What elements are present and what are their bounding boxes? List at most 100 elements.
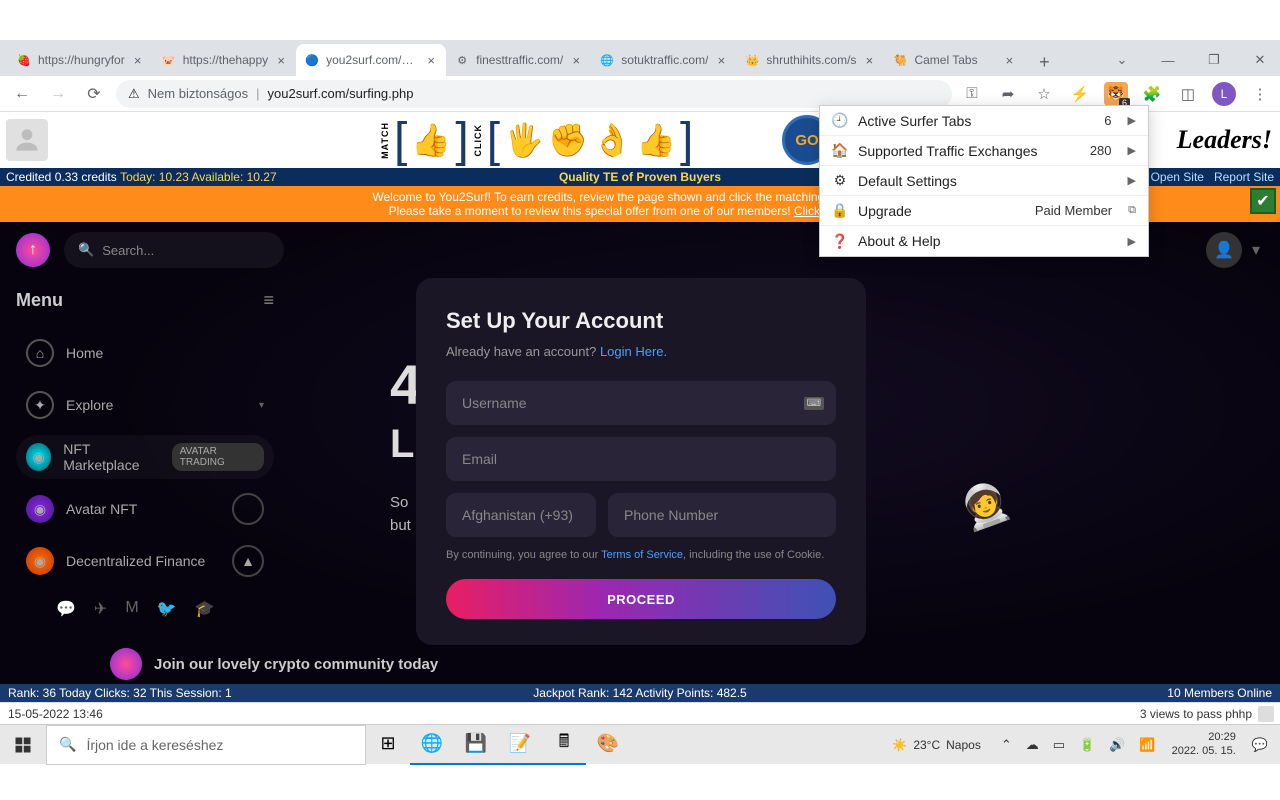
close-icon[interactable]: × [714,53,728,67]
report-site-link[interactable]: Report Site [1214,170,1274,184]
sidebar-item-nft[interactable]: ◉NFT MarketplaceAVATAR TRADING [16,435,274,479]
profile-avatar[interactable]: L [1212,82,1236,106]
keyboard-icon[interactable]: ⌨ [804,397,824,410]
proceed-button[interactable]: PROCEED [446,579,836,619]
copy-icon[interactable]: ⧉ [1128,204,1136,217]
country-select[interactable]: Afghanistan (+93) [446,493,596,537]
star-icon[interactable]: ☆ [1032,82,1056,106]
browser-tab[interactable]: 🐷https://thehappy× [153,44,296,76]
login-link[interactable]: Login Here. [600,344,667,359]
notifications-icon[interactable]: 💬 [1248,737,1272,753]
reload-button[interactable]: ⟳ [80,80,108,108]
url-input[interactable]: ⚠ Nem biztonságos | you2surf.com/surfing… [116,80,952,108]
ok-icon[interactable]: 👌 [592,120,632,160]
tab-title: https://thehappy [183,53,268,67]
dropdown-icon[interactable]: ⌄ [1108,46,1136,74]
browser-tab[interactable]: ⚙finesttraffic.com/× [446,44,591,76]
medium-icon[interactable]: M [125,599,138,619]
browser-tab[interactable]: 🌐sotuktraffic.com/× [591,44,736,76]
sidebar-item-explore[interactable]: ✦Explore▾ [16,383,274,427]
popup-item-about[interactable]: ❓About & Help▶ [820,226,1148,256]
maximize-button[interactable]: ❐ [1200,46,1228,74]
url-text: you2surf.com/surfing.php [268,86,414,101]
minimize-button[interactable]: — [1154,46,1182,74]
meet-icon[interactable]: ▭ [1049,737,1069,753]
chevron-right-icon: ▶ [1128,174,1136,187]
home-icon: ⌂ [26,339,54,367]
username-input[interactable]: Username⌨ [446,381,836,425]
chrome-icon[interactable]: 🌐 [410,725,454,765]
share-icon[interactable]: ➦ [996,82,1020,106]
paint-icon[interactable]: 🎨 [586,725,630,765]
user-menu[interactable]: 👤 [1206,232,1242,268]
forward-button[interactable]: → [44,80,72,108]
fist-icon[interactable]: ✊ [548,120,588,160]
popup-item-upgrade[interactable]: 🔒UpgradePaid Member⧉ [820,196,1148,226]
onedrive-icon[interactable]: ☁ [1022,737,1043,753]
online-text: 10 Members Online [1167,686,1272,700]
new-tab-button[interactable]: + [1030,48,1058,76]
collapse-icon[interactable]: ≡ [263,290,274,311]
signup-form: Set Up Your Account Already have an acco… [416,278,866,645]
sublime-icon[interactable]: 📝 [498,725,542,765]
chevron-down-icon[interactable]: ▾ [1252,240,1260,260]
clock-icon: 🕘 [832,112,848,129]
close-icon[interactable]: × [1002,53,1016,67]
close-window-button[interactable]: ✕ [1246,46,1274,74]
email-input[interactable]: Email [446,437,836,481]
chevron-up-icon[interactable]: ⌃ [997,737,1016,753]
wifi-icon[interactable]: 📶 [1135,737,1159,753]
phone-input[interactable]: Phone Number [608,493,836,537]
status-bar-blue: Rank: 36 Today Clicks: 32 This Session: … [0,684,1280,702]
sidebar-item-home[interactable]: ⌂Home [16,331,274,375]
calculator-icon[interactable]: 🖩 [542,725,586,765]
popup-item-settings[interactable]: ⚙Default Settings▶ [820,166,1148,196]
discord-icon[interactable]: 💬 [56,599,76,619]
close-icon[interactable]: × [569,53,583,67]
save-icon[interactable]: 💾 [454,725,498,765]
thumbs-up-icon[interactable]: 👍 [411,120,451,160]
menu-icon[interactable]: ⋮ [1248,82,1272,106]
ring-icon [232,493,264,525]
volume-icon[interactable]: 🔊 [1105,737,1129,753]
close-icon[interactable]: × [862,53,876,67]
browser-tab[interactable]: 👑shruthihits.com/s× [736,44,884,76]
browser-tab[interactable]: 🍓https://hungryfor× [8,44,153,76]
bolt-icon[interactable]: ⚡ [1068,82,1092,106]
sidepanel-icon[interactable]: ◫ [1176,82,1200,106]
leaders-link[interactable]: Leaders! [1177,125,1272,155]
browser-tab[interactable]: 🐫Camel Tabs× [884,44,1024,76]
weather-widget[interactable]: ☀️23°CNapos [892,738,980,752]
close-icon[interactable]: × [424,53,438,67]
close-icon[interactable]: × [131,53,145,67]
start-button[interactable] [0,725,46,765]
sidebar-item-defi[interactable]: ◉Decentralized Finance▲ [16,539,274,583]
task-view-button[interactable]: ⊞ [366,725,410,765]
hand-icon[interactable]: 🖐 [504,120,544,160]
close-icon[interactable]: × [274,53,288,67]
telegram-icon[interactable]: ✈ [94,599,107,619]
twitter-icon[interactable]: 🐦 [157,599,177,619]
popup-item-exchanges[interactable]: 🏠Supported Traffic Exchanges280▶ [820,136,1148,166]
taskbar-search[interactable]: 🔍Írjon ide a kereséshez [46,725,366,765]
popup-item-active-tabs[interactable]: 🕘Active Surfer Tabs6▶ [820,106,1148,136]
warning-icon: ⚠ [128,86,140,102]
check-button[interactable]: ✔ [1250,188,1276,214]
help-icon: ❓ [832,233,848,250]
extension-button[interactable]: 🐯6 [1104,82,1128,106]
browser-tab-active[interactable]: 🔵you2surf.com/sur× [296,44,446,76]
grad-icon[interactable]: 🎓 [195,599,215,619]
logo-icon[interactable]: ↑ [16,233,50,267]
community-banner[interactable]: Join our lovely crypto community today [110,648,438,680]
search-input[interactable]: 🔍Search... [64,232,284,268]
thumbs-up-icon[interactable]: 👍 [636,120,676,160]
clock[interactable]: 20:292022. 05. 15. [1166,731,1242,757]
terms-link[interactable]: Terms of Service [601,549,683,561]
sidebar-item-avatar[interactable]: ◉Avatar NFT [16,487,274,531]
back-button[interactable]: ← [8,80,36,108]
key-icon[interactable]: ⚿ [960,82,984,106]
extensions-icon[interactable]: 🧩 [1140,82,1164,106]
battery-icon[interactable]: 🔋 [1075,737,1099,753]
favicon-icon: 🔵 [304,52,320,68]
open-site-link[interactable]: Open Site [1151,170,1204,184]
